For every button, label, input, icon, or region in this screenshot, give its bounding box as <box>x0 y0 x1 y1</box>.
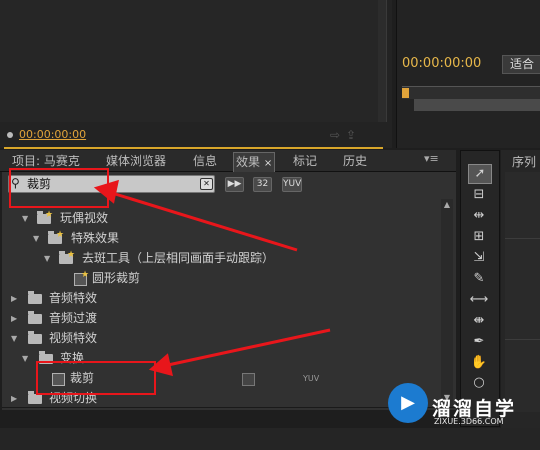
annotation-arrows <box>93 179 331 377</box>
arrow-to-crop <box>167 328 331 367</box>
arrow-to-search <box>111 191 298 252</box>
watermark-url: ZIXUE.3D66.COM <box>434 417 504 426</box>
arrow-head-crop-icon <box>148 353 173 377</box>
watermark-logo-icon: ▶ <box>388 383 428 423</box>
arrow-head-search-icon <box>93 179 119 204</box>
